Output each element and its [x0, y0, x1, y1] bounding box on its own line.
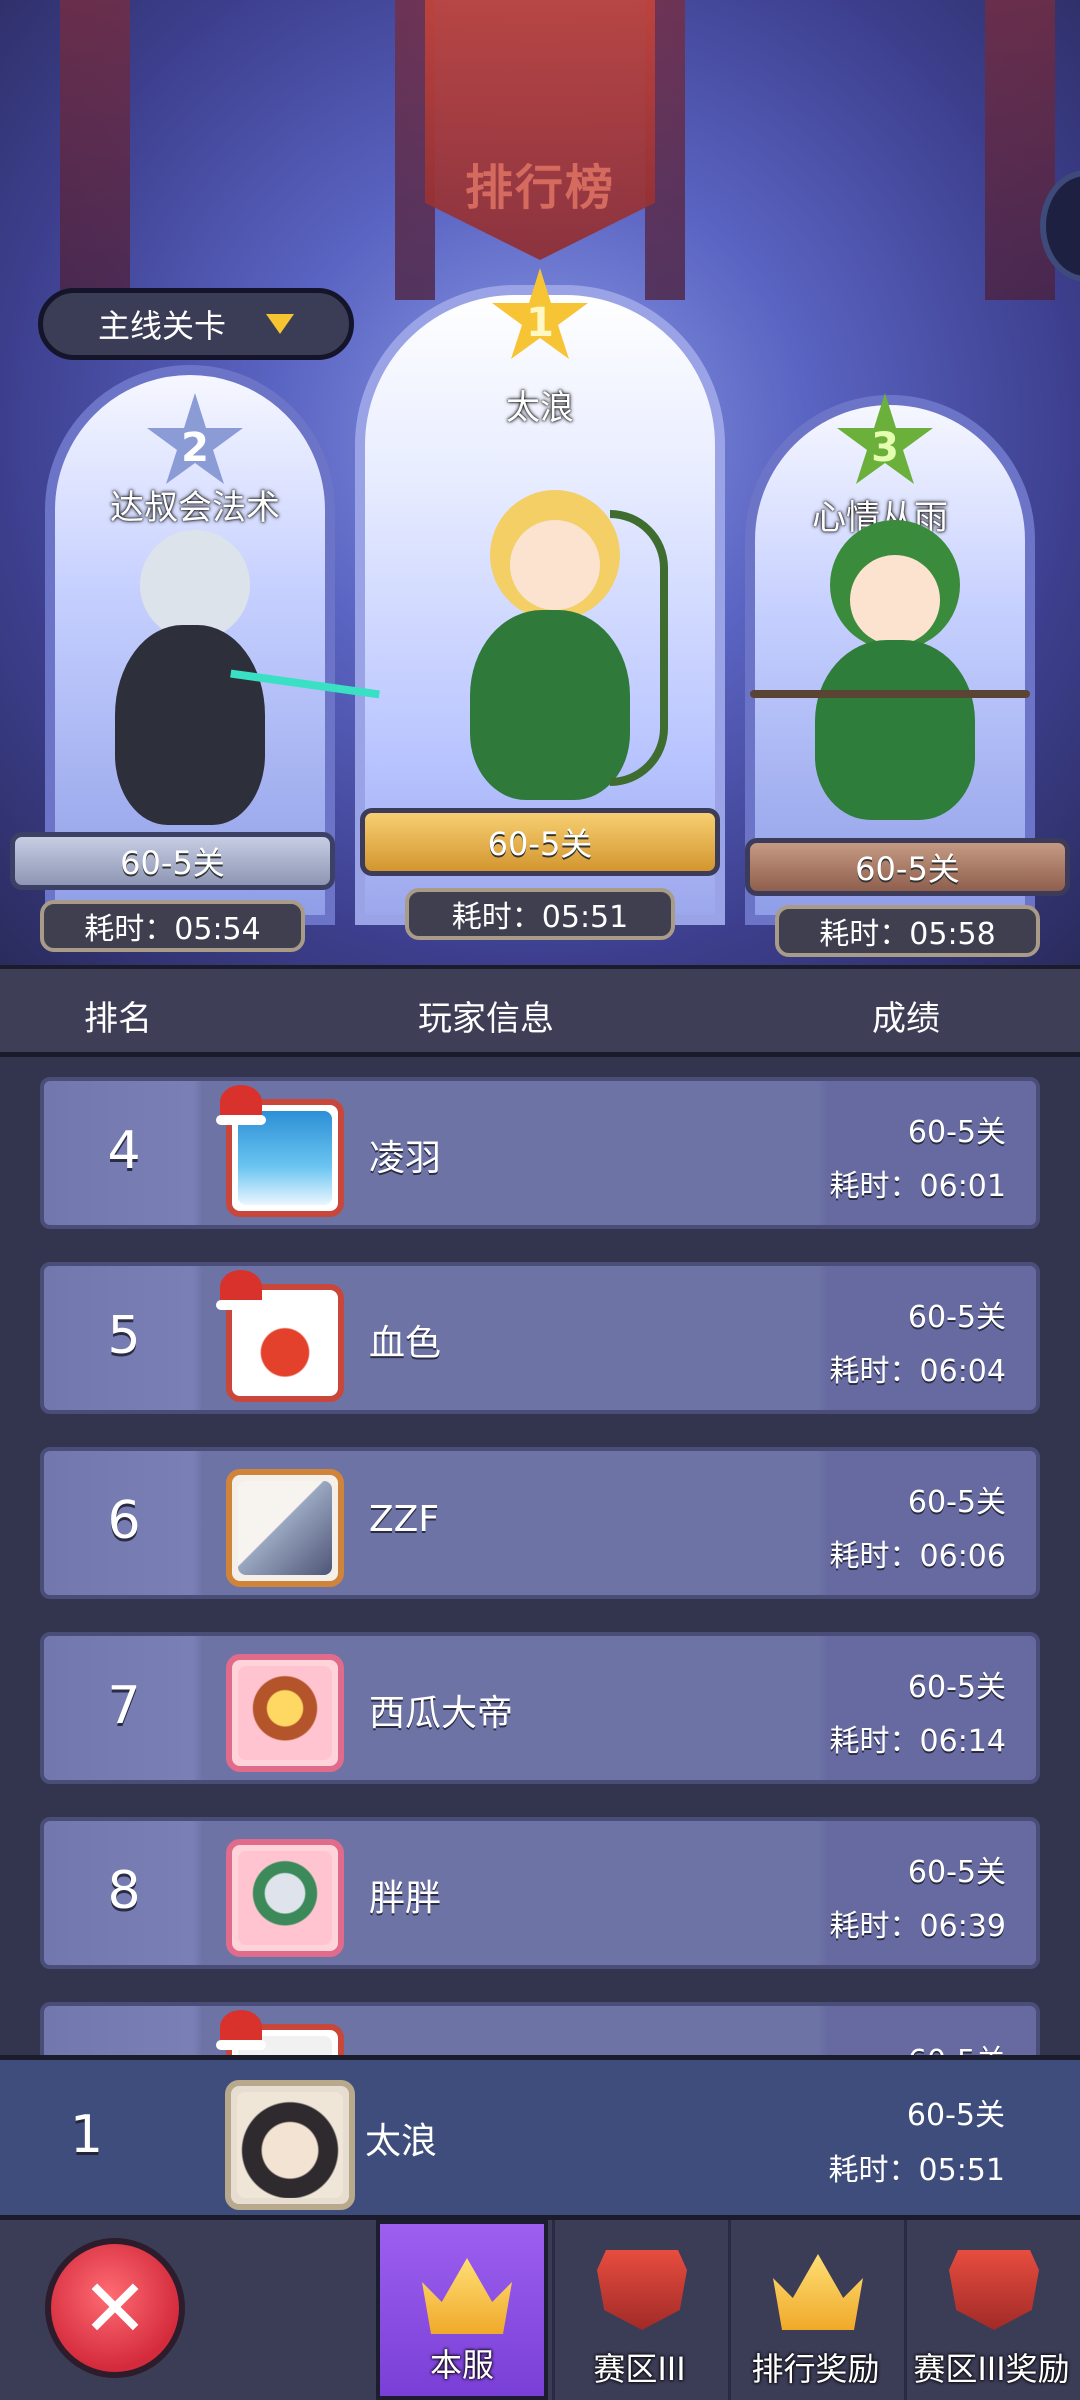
tab-local-server[interactable]: 本服	[376, 2220, 548, 2400]
row-time: 耗时：06:39	[829, 1909, 1006, 1944]
tab-label: 赛区III	[593, 2350, 686, 2388]
my-rank-row[interactable]: 1 太浪 60-5关 耗时：05:51	[0, 2055, 1080, 2220]
header-score: 成绩	[872, 999, 940, 1039]
trophy-shield-icon	[949, 2250, 1039, 2330]
row-stage: 60-5关	[907, 1300, 1006, 1335]
row-stage: 60-5关	[907, 1485, 1006, 1520]
tab-label: 赛区III奖励	[913, 2350, 1070, 2388]
row-time: 耗时：06:04	[829, 1354, 1006, 1389]
row-time: 耗时：06:14	[829, 1724, 1006, 1759]
crown-icon	[422, 2258, 512, 2334]
my-avatar[interactable]	[225, 2080, 355, 2210]
tab-region-rewards[interactable]: 赛区III奖励	[904, 2220, 1076, 2400]
podium-1-character[interactable]	[430, 470, 690, 810]
row-stage: 60-5关	[907, 1855, 1006, 1890]
curtain-decoration	[985, 0, 1055, 300]
podium-2-time: 耗时：05:54	[40, 900, 305, 952]
my-rank-number: 1	[70, 2105, 104, 2165]
podium-2-stage: 60-5关	[10, 832, 335, 890]
tab-region[interactable]: 赛区III	[552, 2220, 724, 2400]
stage-type-label: 主线关卡	[97, 307, 226, 345]
row-rank: 8	[107, 1861, 141, 1921]
ranking-row[interactable]: 60-5关	[40, 2002, 1040, 2055]
stage-type-dropdown[interactable]: 主线关卡	[38, 288, 354, 360]
player-name: ZZF	[369, 1499, 440, 1540]
player-name: 西瓜大帝	[369, 1693, 514, 1734]
my-time: 耗时：05:51	[828, 2153, 1005, 2188]
podium-1-stage: 60-5关	[360, 808, 720, 876]
row-rank: 7	[107, 1676, 141, 1736]
close-button[interactable]: ✕	[45, 2238, 185, 2378]
bottom-tab-bar: ✕ 本服 赛区III 排行奖励 赛区III奖励	[0, 2220, 1080, 2400]
row-stage: 60-5关	[907, 1115, 1006, 1150]
dropdown-triangle-icon	[266, 314, 294, 334]
ranking-row[interactable]: 7 西瓜大帝 60-5关 耗时：06:14	[40, 1632, 1040, 1784]
ranking-row[interactable]: 6 ZZF 60-5关 耗时：06:06	[40, 1447, 1040, 1599]
header-player-info: 玩家信息	[418, 999, 554, 1039]
podium-1-time: 耗时：05:51	[405, 888, 675, 940]
my-name: 太浪	[365, 2121, 438, 2162]
ranking-row[interactable]: 8 胖胖 60-5关 耗时：06:39	[40, 1817, 1040, 1969]
row-time: 耗时：06:06	[829, 1539, 1006, 1574]
podium-area: 排行榜 主线关卡 1 2 3 太浪 达叔会法术 心情从雨 60-5关 60-5关…	[0, 0, 1080, 965]
ranking-list[interactable]: 4 凌羽 60-5关 耗时：06:01 5 血色 60-5关 耗时：06:04 …	[0, 1057, 1080, 2055]
ranking-row[interactable]: 4 凌羽 60-5关 耗时：06:01	[40, 1077, 1040, 1229]
ranking-row[interactable]: 5 血色 60-5关 耗时：06:04	[40, 1262, 1040, 1414]
santa-hat-icon	[216, 1085, 266, 1125]
my-stage: 60-5关	[906, 2098, 1005, 2133]
row-rank: 6	[107, 1491, 141, 1551]
player-avatar[interactable]	[226, 1469, 344, 1587]
crown-gem-icon	[773, 2254, 863, 2330]
title-banner	[425, 0, 655, 260]
row-time: 耗时：06:01	[829, 1169, 1006, 1204]
podium-3-character[interactable]	[750, 520, 1030, 820]
santa-hat-icon	[216, 1270, 266, 1310]
podium-3-time: 耗时：05:58	[775, 905, 1040, 957]
podium-1-name: 太浪	[506, 388, 574, 428]
player-name: 胖胖	[369, 1878, 442, 1919]
row-rank: 4	[107, 1121, 141, 1181]
player-avatar[interactable]	[226, 1839, 344, 1957]
podium-2-character[interactable]	[60, 520, 380, 840]
row-rank: 5	[107, 1306, 141, 1366]
page-title: 排行榜	[464, 160, 615, 216]
trophy-shield-icon	[597, 2250, 687, 2330]
tab-label: 本服	[429, 2346, 494, 2384]
santa-hat-icon	[216, 2010, 266, 2050]
curtain-decoration	[60, 0, 130, 300]
tab-label: 排行奖励	[751, 2350, 880, 2388]
podium-3-stage: 60-5关	[745, 838, 1070, 896]
row-stage: 60-5关	[907, 1670, 1006, 1705]
tab-rank-rewards[interactable]: 排行奖励	[728, 2220, 900, 2400]
player-name: 血色	[369, 1323, 442, 1364]
header-rank: 排名	[84, 999, 152, 1039]
ranking-table-header: 排名 玩家信息 成绩	[0, 965, 1080, 1057]
row-stage: 60-5关	[908, 2036, 1006, 2055]
player-avatar[interactable]	[226, 1654, 344, 1772]
player-name: 凌羽	[369, 1138, 442, 1179]
close-icon: ✕	[81, 2261, 149, 2355]
